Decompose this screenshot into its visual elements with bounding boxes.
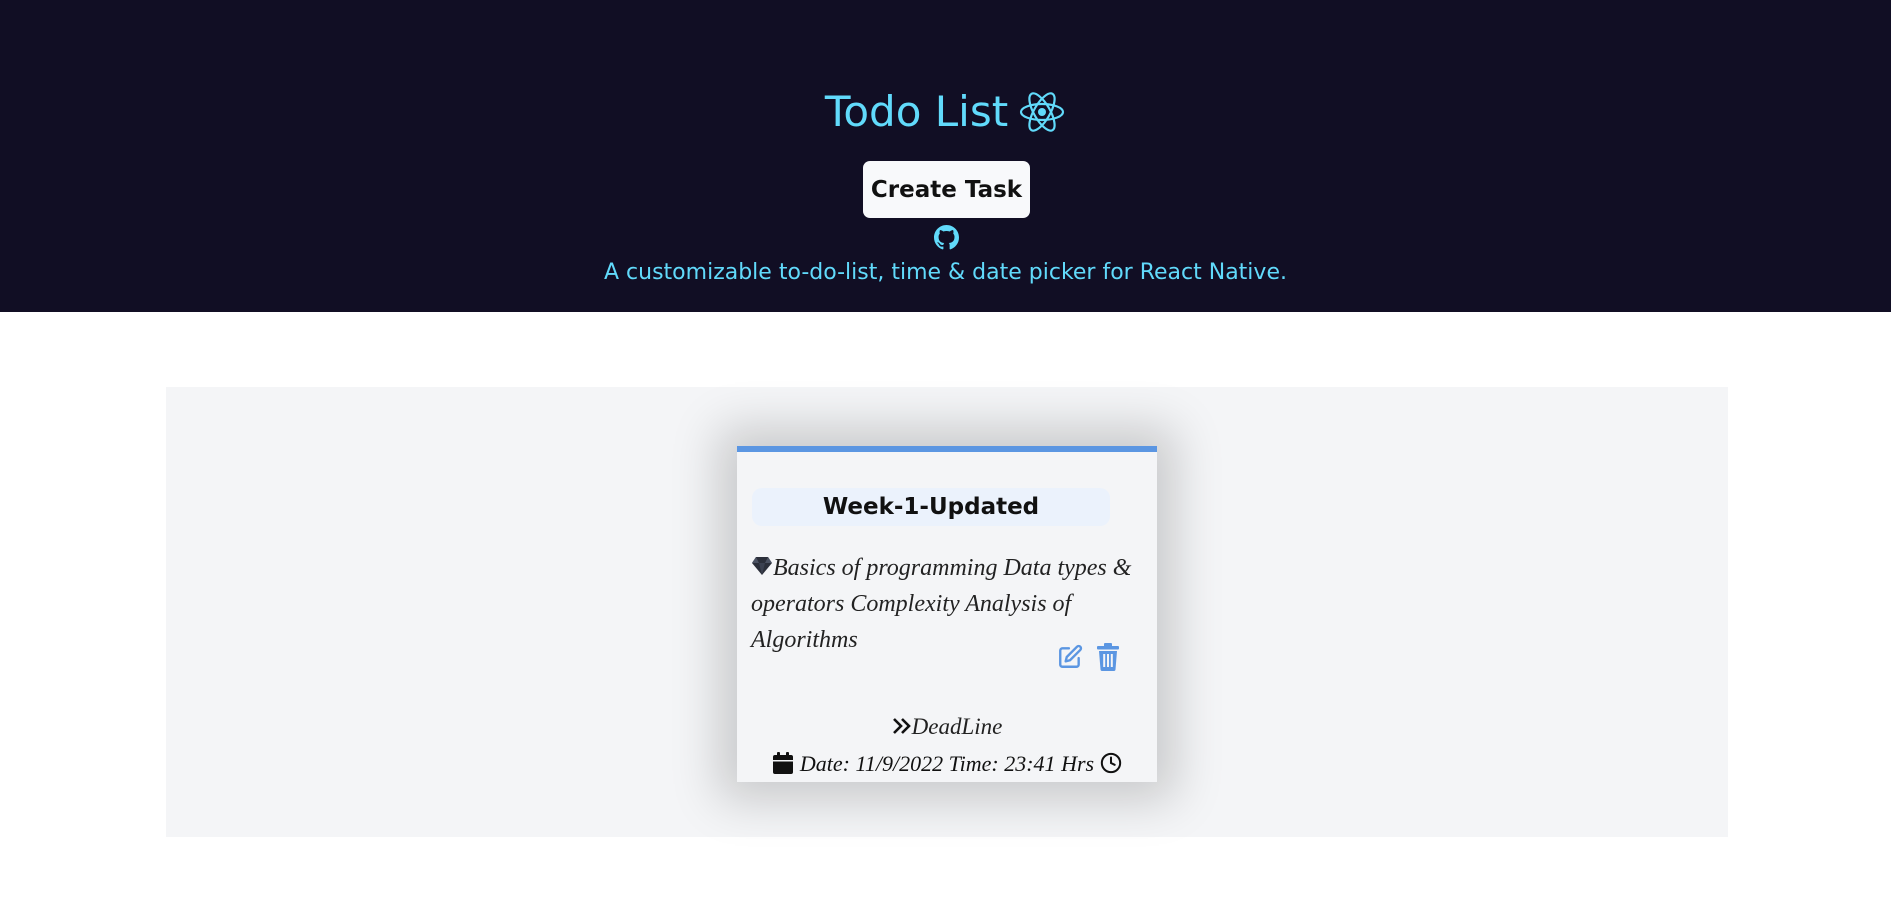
clock-icon: [1100, 752, 1121, 774]
edit-icon[interactable]: [1057, 644, 1083, 670]
date-time-row: Date: 11/9/2022 Time: 23:41 Hrs: [737, 749, 1157, 779]
date-value: 11/9/2022: [855, 751, 944, 776]
tagline: A customizable to-do-list, time & date p…: [604, 260, 1287, 285]
task-card: Week-1-Updated Basics of programming Dat…: [737, 446, 1157, 782]
task-card-description: Basics of programming Data types & opera…: [751, 550, 1151, 658]
task-description-text: Basics of programming Data types & opera…: [751, 555, 1132, 653]
title-row: Todo List: [0, 86, 1891, 138]
task-card-title: Week-1-Updated: [752, 488, 1110, 526]
trash-icon[interactable]: [1096, 643, 1120, 671]
time-unit: Hrs: [1061, 751, 1095, 776]
deadline-row: DeadLine: [737, 712, 1157, 742]
calendar-icon: [773, 752, 794, 774]
gem-icon: [752, 557, 772, 575]
date-label: Date:: [799, 751, 851, 776]
time-label: Time:: [948, 751, 999, 776]
github-icon[interactable]: [934, 225, 959, 250]
double-chevron-right-icon: [892, 718, 911, 734]
react-atom-icon: [1020, 92, 1065, 132]
deadline-label: DeadLine: [911, 714, 1003, 739]
time-value: 23:41: [1004, 751, 1056, 776]
page-title: Todo List: [824, 87, 1009, 136]
create-task-button[interactable]: Create Task: [863, 161, 1030, 218]
header-banner: Todo List Create Task A customizable to-…: [0, 0, 1891, 312]
